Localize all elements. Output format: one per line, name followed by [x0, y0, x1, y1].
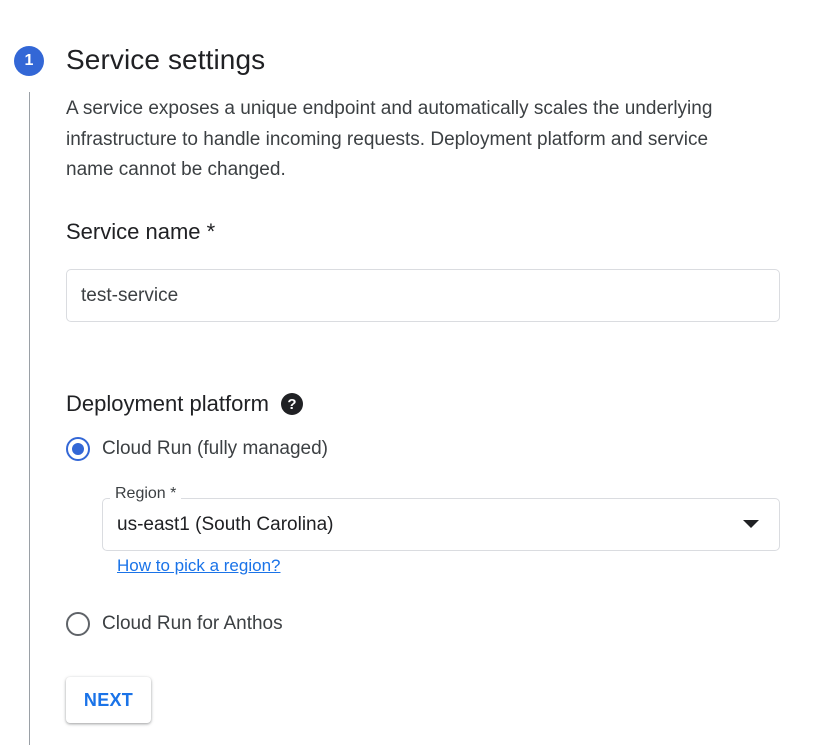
radio-option-cloud-run-managed[interactable]: Cloud Run (fully managed): [66, 437, 328, 461]
radio-unchecked-icon[interactable]: [66, 612, 90, 636]
page-title: Service settings: [66, 44, 266, 75]
help-circle-icon[interactable]: ?: [280, 393, 303, 415]
step-number-badge: 1: [14, 46, 44, 76]
service-name-value: test-service: [81, 284, 179, 306]
step-description: A service exposes a unique endpoint and …: [66, 98, 713, 180]
service-name-input[interactable]: test-service: [66, 269, 780, 322]
region-help-link[interactable]: How to pick a region?: [117, 556, 280, 576]
region-select-label: Region *: [110, 485, 182, 503]
radio-label-cloud-run-anthos: Cloud Run for Anthos: [102, 613, 283, 634]
service-name-label: Service name *: [66, 219, 216, 244]
deployment-platform-heading: Deployment platform ?: [66, 391, 303, 417]
step-connector-line: [29, 92, 30, 745]
dropdown-arrow-icon[interactable]: [743, 520, 759, 528]
service-settings-step: 1 Service settings A service exposes a u…: [0, 0, 817, 745]
region-select[interactable]: us-east1 (South Carolina): [102, 498, 780, 551]
next-button[interactable]: NEXT: [66, 677, 151, 723]
deployment-platform-label: Deployment platform: [66, 391, 269, 416]
radio-option-cloud-run-anthos[interactable]: Cloud Run for Anthos: [66, 612, 283, 636]
radio-checked-icon[interactable]: [66, 437, 90, 461]
radio-label-cloud-run-managed: Cloud Run (fully managed): [102, 438, 329, 459]
region-select-value: us-east1 (South Carolina): [117, 513, 334, 535]
